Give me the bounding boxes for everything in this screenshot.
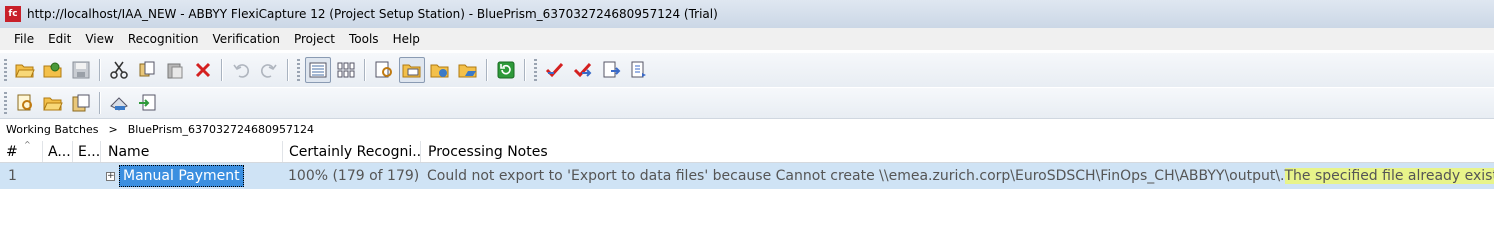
toolbar-separator <box>486 59 488 81</box>
column-header-e[interactable]: E... <box>72 141 100 162</box>
paste-icon[interactable] <box>162 57 188 83</box>
processing-notes-text: Could not export to 'Export to data file… <box>427 168 1285 184</box>
batch-folder-icon[interactable] <box>399 57 425 83</box>
thumbnails-view-icon[interactable] <box>333 57 359 83</box>
name-cell[interactable]: + Manual Payment <box>106 163 244 189</box>
toolbar-separator <box>221 59 223 81</box>
expand-icon[interactable]: + <box>106 171 115 181</box>
column-header-processing-notes[interactable]: Processing Notes <box>420 141 1494 162</box>
breadcrumb-separator: > <box>108 122 118 136</box>
breadcrumb-root[interactable]: Working Batches <box>6 123 98 136</box>
processing-notes-highlight: The specified file already exists. <box>1284 168 1494 184</box>
batch-name[interactable]: Manual Payment <box>119 165 244 187</box>
details-view-icon[interactable] <box>305 57 331 83</box>
toolbar-separator <box>99 92 101 114</box>
column-header-name[interactable]: Name <box>100 141 282 162</box>
certainly-recognized-cell: 100% (179 of 179) <box>288 168 420 184</box>
cut-icon[interactable] <box>106 57 132 83</box>
toolbar-grip[interactable] <box>534 59 537 81</box>
window-title: http://localhost/IAA_NEW - ABBYY FlexiCa… <box>27 7 718 21</box>
toolbar-grip[interactable] <box>4 59 7 81</box>
open-project-icon[interactable] <box>40 57 66 83</box>
toolbar-separator <box>364 59 366 81</box>
column-header-index[interactable]: ^ # <box>6 141 42 162</box>
batch-types-icon[interactable] <box>427 57 453 83</box>
breadcrumb-current[interactable]: BluePrism_637032724680957124 <box>128 123 314 136</box>
document-view-icon[interactable] <box>371 57 397 83</box>
toolbar-separator <box>524 59 526 81</box>
toolbar-grip[interactable] <box>4 92 7 114</box>
toolbar-grip[interactable] <box>297 59 300 81</box>
sort-caret-icon: ^ <box>24 141 31 149</box>
menu-view[interactable]: View <box>78 32 120 46</box>
secondary-toolbar <box>0 87 1494 119</box>
table-row[interactable]: 1 + Manual Payment 100% (179 of 179) Cou… <box>0 163 1494 189</box>
title-bar: fc http://localhost/IAA_NEW - ABBYY Flex… <box>0 0 1494 28</box>
verify-icon[interactable] <box>542 57 568 83</box>
save-icon[interactable] <box>68 57 94 83</box>
export-icon[interactable] <box>598 57 624 83</box>
project-properties-icon[interactable] <box>68 90 94 116</box>
toolbar-separator <box>287 59 289 81</box>
document-definition-icon[interactable] <box>12 90 38 116</box>
undo-icon[interactable] <box>228 57 254 83</box>
column-header-certainly-recognized[interactable]: Certainly Recogni... <box>282 141 420 162</box>
menu-tools[interactable]: Tools <box>342 32 386 46</box>
breadcrumb: Working Batches > BluePrism_637032724680… <box>6 120 314 138</box>
menu-edit[interactable]: Edit <box>41 32 78 46</box>
menu-recognition[interactable]: Recognition <box>121 32 206 46</box>
copy-icon[interactable] <box>134 57 160 83</box>
refresh-icon[interactable] <box>493 57 519 83</box>
main-toolbar <box>0 52 1494 88</box>
menu-file[interactable]: File <box>0 32 41 46</box>
delete-icon[interactable] <box>190 57 216 83</box>
menu-help[interactable]: Help <box>386 32 427 46</box>
processing-notes-cell: Could not export to 'Export to data file… <box>427 163 1494 189</box>
export-next-icon[interactable] <box>626 57 652 83</box>
open-batch-icon[interactable] <box>40 90 66 116</box>
batch-settings-icon[interactable] <box>455 57 481 83</box>
grid-header: ^ # A... E... Name Certainly Recogni... … <box>0 141 1494 163</box>
menu-project[interactable]: Project <box>287 32 342 46</box>
verify-next-icon[interactable] <box>570 57 596 83</box>
open-folder-icon[interactable] <box>12 57 38 83</box>
redo-icon[interactable] <box>256 57 282 83</box>
abbyy-fc-icon[interactable]: fc <box>5 6 21 22</box>
menu-bar: File Edit View Recognition Verification … <box>0 28 1494 50</box>
import-icon[interactable] <box>134 90 160 116</box>
column-header-a[interactable]: A... <box>42 141 72 162</box>
toolbar-separator <box>99 59 101 81</box>
row-index: 1 <box>8 168 17 184</box>
scan-icon[interactable] <box>106 90 132 116</box>
menu-verification[interactable]: Verification <box>206 32 287 46</box>
